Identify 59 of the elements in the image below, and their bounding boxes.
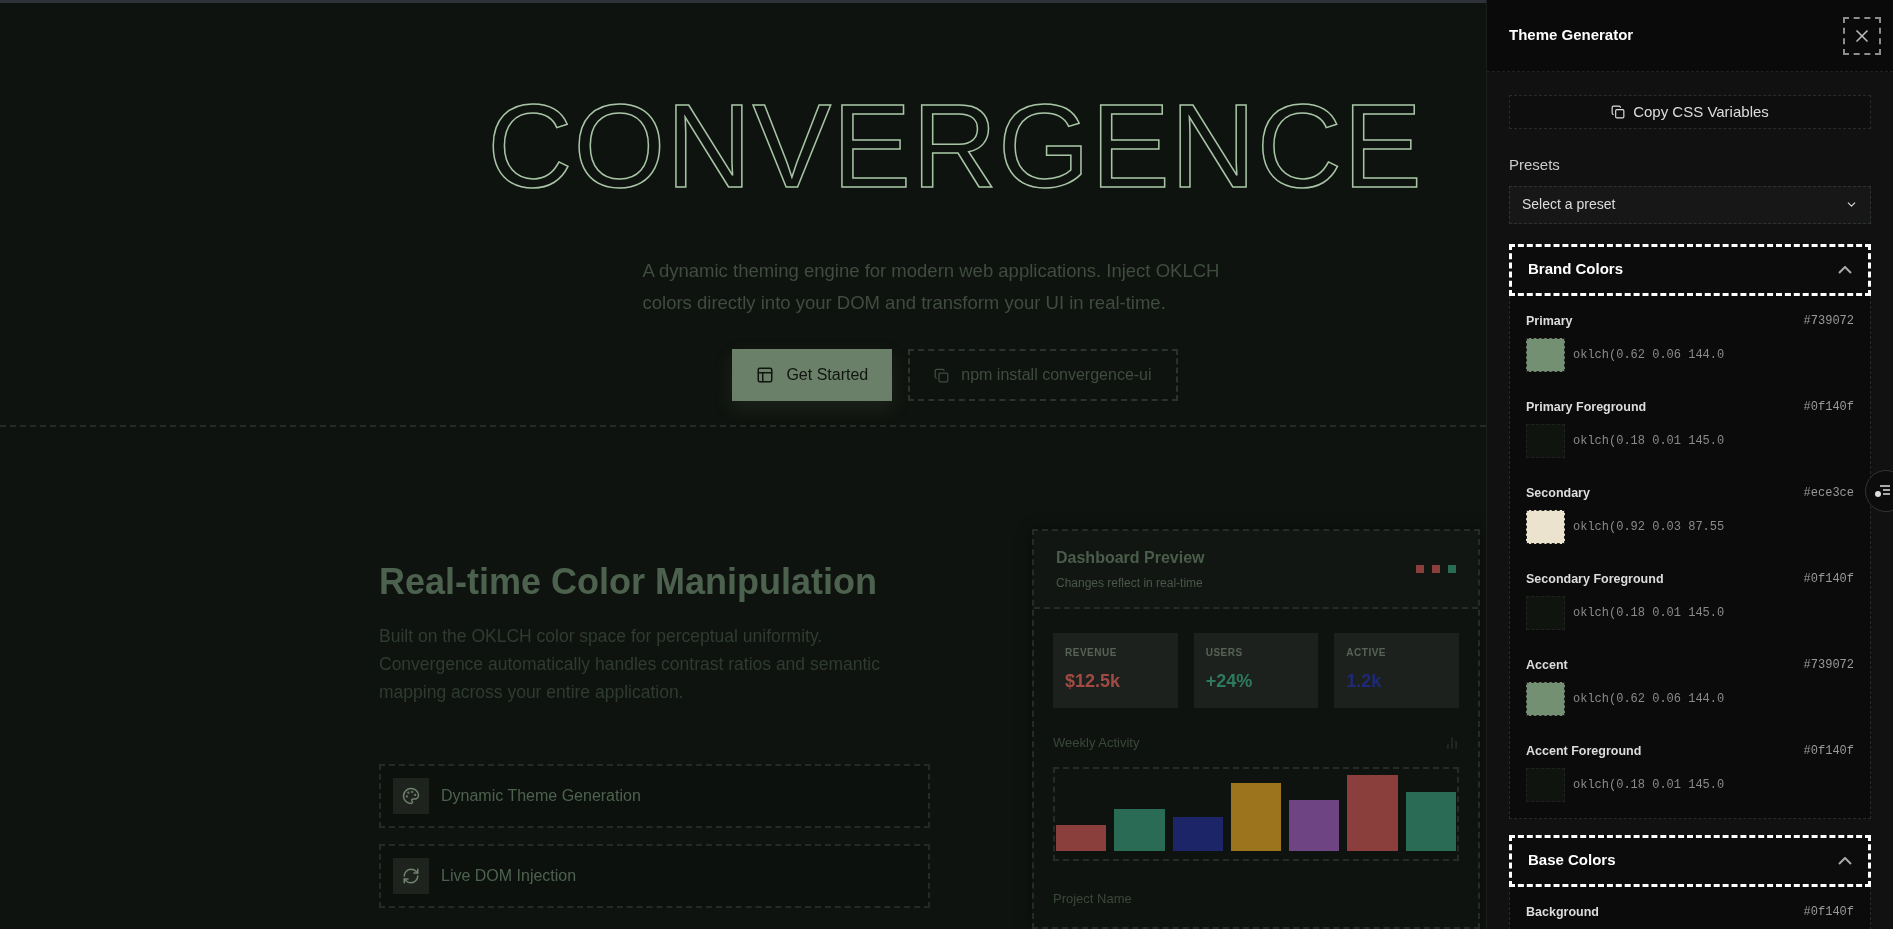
oklch-value: oklch(0.18 0.01 145.0 xyxy=(1573,605,1725,623)
presets-label: Presets xyxy=(1509,155,1561,175)
hex-value: #0f140f xyxy=(1803,398,1854,416)
stat-label: USERS xyxy=(1205,646,1244,660)
color-name: Background xyxy=(1526,903,1599,921)
color-swatch[interactable] xyxy=(1526,510,1565,545)
accordion-header[interactable]: Base Colors xyxy=(1509,834,1871,887)
hero-subtitle: A dynamic theming engine for modern web applications. Inject OKLCH colors directly into your DOM and transform your UI in real-time. xyxy=(642,259,1221,315)
chart-bar xyxy=(1172,816,1223,851)
oklch-value: oklch(0.92 0.03 87.55 xyxy=(1573,519,1725,537)
hex-value: #0f140f xyxy=(1803,742,1854,760)
oklch-value: oklch(0.18 0.01 145.0 xyxy=(1573,777,1725,795)
color-name: Secondary Foreground xyxy=(1526,570,1664,588)
stat-label: ACTIVE xyxy=(1346,646,1387,660)
stat-label: REVENUE xyxy=(1065,646,1118,660)
color-name: Primary xyxy=(1526,312,1573,330)
hex-value: #739072 xyxy=(1803,656,1854,674)
accordion-header[interactable]: Brand Colors xyxy=(1509,243,1871,296)
chart-bar xyxy=(1289,799,1340,851)
stat-value: $12.5k xyxy=(1065,670,1122,693)
get-started-button[interactable]: Get Started xyxy=(732,349,893,401)
color-swatch[interactable] xyxy=(1526,682,1565,717)
oklch-value: oklch(0.62 0.06 144.0 xyxy=(1573,347,1725,365)
stat-value: 1.2k xyxy=(1346,670,1383,693)
color-name: Accent Foreground xyxy=(1526,742,1642,760)
feature-label: Dynamic Theme Generation xyxy=(441,786,641,806)
palette-icon xyxy=(402,787,420,805)
hex-value: #739072 xyxy=(1803,312,1854,330)
chart-bar xyxy=(1230,782,1282,851)
layout-icon xyxy=(756,366,775,384)
bar-chart-icon xyxy=(1445,735,1459,750)
hex-value: #0f140f xyxy=(1803,570,1854,588)
copy-css-button[interactable]: Copy CSS Variables xyxy=(1509,95,1871,129)
oklch-value: oklch(0.18 0.01 145.0 xyxy=(1573,433,1725,451)
chevron-up-icon xyxy=(1838,265,1852,274)
oklch-value: oklch(0.62 0.06 144.0 xyxy=(1573,691,1725,709)
chevron-up-icon xyxy=(1838,856,1852,865)
section-heading: Real-time Color Manipulation xyxy=(379,560,879,604)
hero-title: CONVERGENCE xyxy=(487,87,1423,205)
hex-value: #ece3ce xyxy=(1803,484,1854,502)
dashboard-subtitle: Changes reflect in real-time xyxy=(1056,575,1204,592)
panel-title: Theme Generator xyxy=(1509,25,1634,46)
hex-value: #0f140f xyxy=(1803,903,1854,921)
copy-icon xyxy=(1611,105,1626,119)
color-swatch[interactable] xyxy=(1526,338,1565,373)
color-name: Secondary xyxy=(1526,484,1590,502)
preset-select[interactable]: Select a preset xyxy=(1509,185,1871,224)
settings-list-icon xyxy=(1874,484,1890,498)
chart-bar xyxy=(1405,791,1456,851)
copy-icon xyxy=(934,367,950,383)
refresh-icon xyxy=(402,867,420,885)
color-name: Primary Foreground xyxy=(1526,398,1647,416)
chart-bar xyxy=(1056,824,1107,851)
dashboard-title: Dashboard Preview xyxy=(1056,548,1205,568)
feature-label: Live DOM Injection xyxy=(441,866,577,886)
chart-bar xyxy=(1114,808,1165,851)
close-button[interactable] xyxy=(1843,16,1881,55)
color-name: Accent xyxy=(1526,656,1568,674)
stat-value: +24% xyxy=(1205,670,1254,693)
